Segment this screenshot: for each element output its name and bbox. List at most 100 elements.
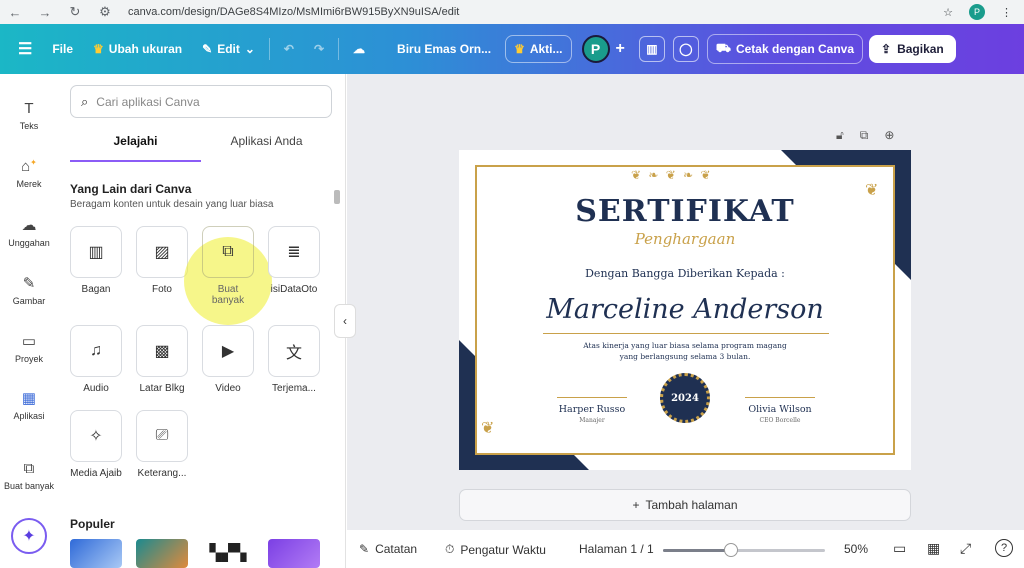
activity-label: Akti... [529,42,563,56]
app-tile-translate[interactable]: 文 Terjema... [268,325,320,394]
app-tile-audio[interactable]: ♫ Audio [70,325,122,394]
signer-role: CEO Borcelle [759,417,801,424]
resize-label: Ubah ukuran [108,42,183,56]
pattern-icon: ▩ [136,325,188,377]
grid-view-icon[interactable]: ▦ [927,540,940,557]
share-label: Bagikan [897,42,944,56]
notes-button[interactable]: ✎ Catatan [359,542,417,556]
rail-label: Gambar [12,296,46,306]
tab-explore[interactable]: Jelajahi [70,134,201,162]
apps-panel: ⌕ Cari aplikasi Canva Jelajahi Aplikasi … [58,74,346,568]
fullscreen-icon[interactable]: ⤢ [960,540,971,557]
name-underline [543,333,829,334]
editor-toolbar: ☰ File ♛ Ubah ukuran ✎ Edit ⌄ ↶ ↷ ☁ Biru… [0,24,1024,74]
certificate-given-to[interactable]: Dengan Bangga Diberikan Kepada : [459,267,911,280]
zoom-level[interactable]: 50% [844,542,868,556]
popular-app-thumb[interactable] [70,539,122,568]
signature-block-right[interactable]: Olivia Wilson CEO Borcelle [725,397,835,424]
draw-icon: ✎ [22,275,36,292]
certificate-title[interactable]: SERTIFIKAT [459,194,911,229]
app-tile-backgrounds[interactable]: ▩ Latar Blkg [136,325,188,394]
lock-icon[interactable]: 🔓︎ [836,128,844,143]
rail-item-bulk-create[interactable]: ⧉ Buat banyak [0,460,58,491]
help-icon[interactable]: ? [995,539,1013,557]
description-line: yang berlangsung selama 3 bulan. [619,352,751,361]
rail-item-projects[interactable]: ▭ Proyek [0,332,58,364]
certificate-subtitle[interactable]: Penghargaan [459,230,911,248]
page-tools: 🔓︎ ⧉ ⊕ [836,128,894,143]
tab-your-apps[interactable]: Aplikasi Anda [201,134,332,162]
notes-label: Catatan [375,542,418,556]
app-tile-captions[interactable]: ⎚ Keterang... [136,410,188,479]
scrollbar-thumb[interactable] [334,190,340,204]
print-label: Cetak dengan Canva [735,42,855,56]
forward-arrow-icon[interactable]: → [30,5,60,20]
pages-view-icon[interactable]: ▭ [893,540,906,557]
search-input[interactable]: ⌕ Cari aplikasi Canva [70,85,332,118]
recipient-name[interactable]: Marceline Anderson [459,294,911,325]
page-indicator[interactable]: Halaman 1 / 1 [579,542,654,556]
popular-app-thumb[interactable] [136,539,188,568]
crown-icon: ♛ [514,42,525,56]
app-tile-autofill[interactable]: ≣ isiDataOto [268,226,320,295]
popular-app-thumb[interactable] [268,539,320,568]
user-avatar[interactable]: P [581,35,610,63]
hamburger-menu-icon[interactable]: ☰ [0,39,42,59]
add-page-icon[interactable]: ⊕ [884,128,894,143]
app-tile-bulk-create[interactable]: ⧉ Buat banyak [202,226,254,306]
print-with-canva-button[interactable]: ⛟ Cetak dengan Canva [706,34,864,64]
timer-button[interactable]: ⏱ Pengatur Waktu [445,542,546,557]
redo-button[interactable]: ↷ [304,42,334,56]
duplicate-page-icon[interactable]: ⧉ [860,128,869,143]
app-tile-charts[interactable]: ▥ Bagan [70,226,122,295]
undo-button[interactable]: ↶ [274,42,304,56]
notes-icon: ✎ [359,542,370,556]
site-settings-icon[interactable]: ⚙ [90,4,120,20]
rail-item-draw[interactable]: ✎ Gambar [0,274,58,306]
popular-app-thumb[interactable]: ▚▞▚ [202,539,254,568]
bulk-create-icon: ⧉ [202,226,254,278]
browser-profile-avatar[interactable]: P [969,4,985,20]
rail-item-uploads[interactable]: ☁ Unggahan [0,216,58,248]
share-button[interactable]: ⇪ Bagikan [869,35,956,63]
app-tile-magic-media[interactable]: ✧ Media Ajaib [70,410,122,479]
certificate-page[interactable]: ❦ ❧ ❦ ❧ ❦ ❦ ❦ SERTIFIKAT Penghargaan Den… [459,150,911,470]
rail-item-brand[interactable]: ⌂✦ Merek [0,158,58,189]
insights-icon[interactable]: ▥ [635,36,669,62]
section-subtitle: Beragam konten untuk desain yang luar bi… [70,199,274,210]
file-menu-button[interactable]: File [42,42,83,56]
add-page-button[interactable]: + Tambah halaman [459,489,911,521]
certificate-description[interactable]: Atas kinerja yang luar biasa selama prog… [549,340,821,362]
activity-button[interactable]: ♛ Akti... [505,35,572,63]
resize-button[interactable]: ♛ Ubah ukuran [83,42,192,56]
add-page-label: Tambah halaman [645,498,738,512]
bar-chart-icon: ▥ [70,226,122,278]
magic-image-icon: ✧ [70,410,122,462]
bookmark-star-icon[interactable]: ☆ [943,6,953,19]
cloud-save-icon[interactable]: ☁ [343,42,375,56]
reload-icon[interactable]: ↻ [60,4,90,20]
comments-icon[interactable]: ◯ [669,36,703,62]
panel-tabs: Jelajahi Aplikasi Anda [70,134,332,162]
app-tile-photos[interactable]: ▨ Foto [136,226,188,295]
panel-scrollbar[interactable] [334,160,340,560]
magic-assistant-button[interactable]: ✦ [11,518,47,554]
document-title[interactable]: Biru Emas Orn... [387,42,501,56]
year-seal[interactable]: 2024 [660,373,710,423]
url-field[interactable]: canva.com/design/DAGe8S4MIzo/MsMImi6rBW9… [128,6,943,18]
signature-block-left[interactable]: Harper Russo Manajer [537,397,647,424]
browser-menu-icon[interactable]: ⋮ [1001,6,1012,19]
rail-item-text[interactable]: T Teks [0,100,58,131]
ornament-top: ❦ ❧ ❦ ❧ ❦ [631,168,713,182]
app-tile-video[interactable]: ▶ Video [202,325,254,394]
collapse-panel-button[interactable]: ‹ [334,304,356,338]
app-label: Media Ajaib [70,468,122,479]
edit-menu-button[interactable]: ✎ Edit ⌄ [192,42,265,56]
zoom-slider[interactable] [663,543,825,557]
back-arrow-icon[interactable]: ← [0,5,30,20]
add-collaborator-icon[interactable]: + [616,40,625,58]
edit-label: Edit [217,42,240,56]
rail-item-apps[interactable]: ▦ Aplikasi [0,389,58,421]
signature-line [557,397,627,398]
zoom-slider-knob[interactable] [724,543,739,557]
